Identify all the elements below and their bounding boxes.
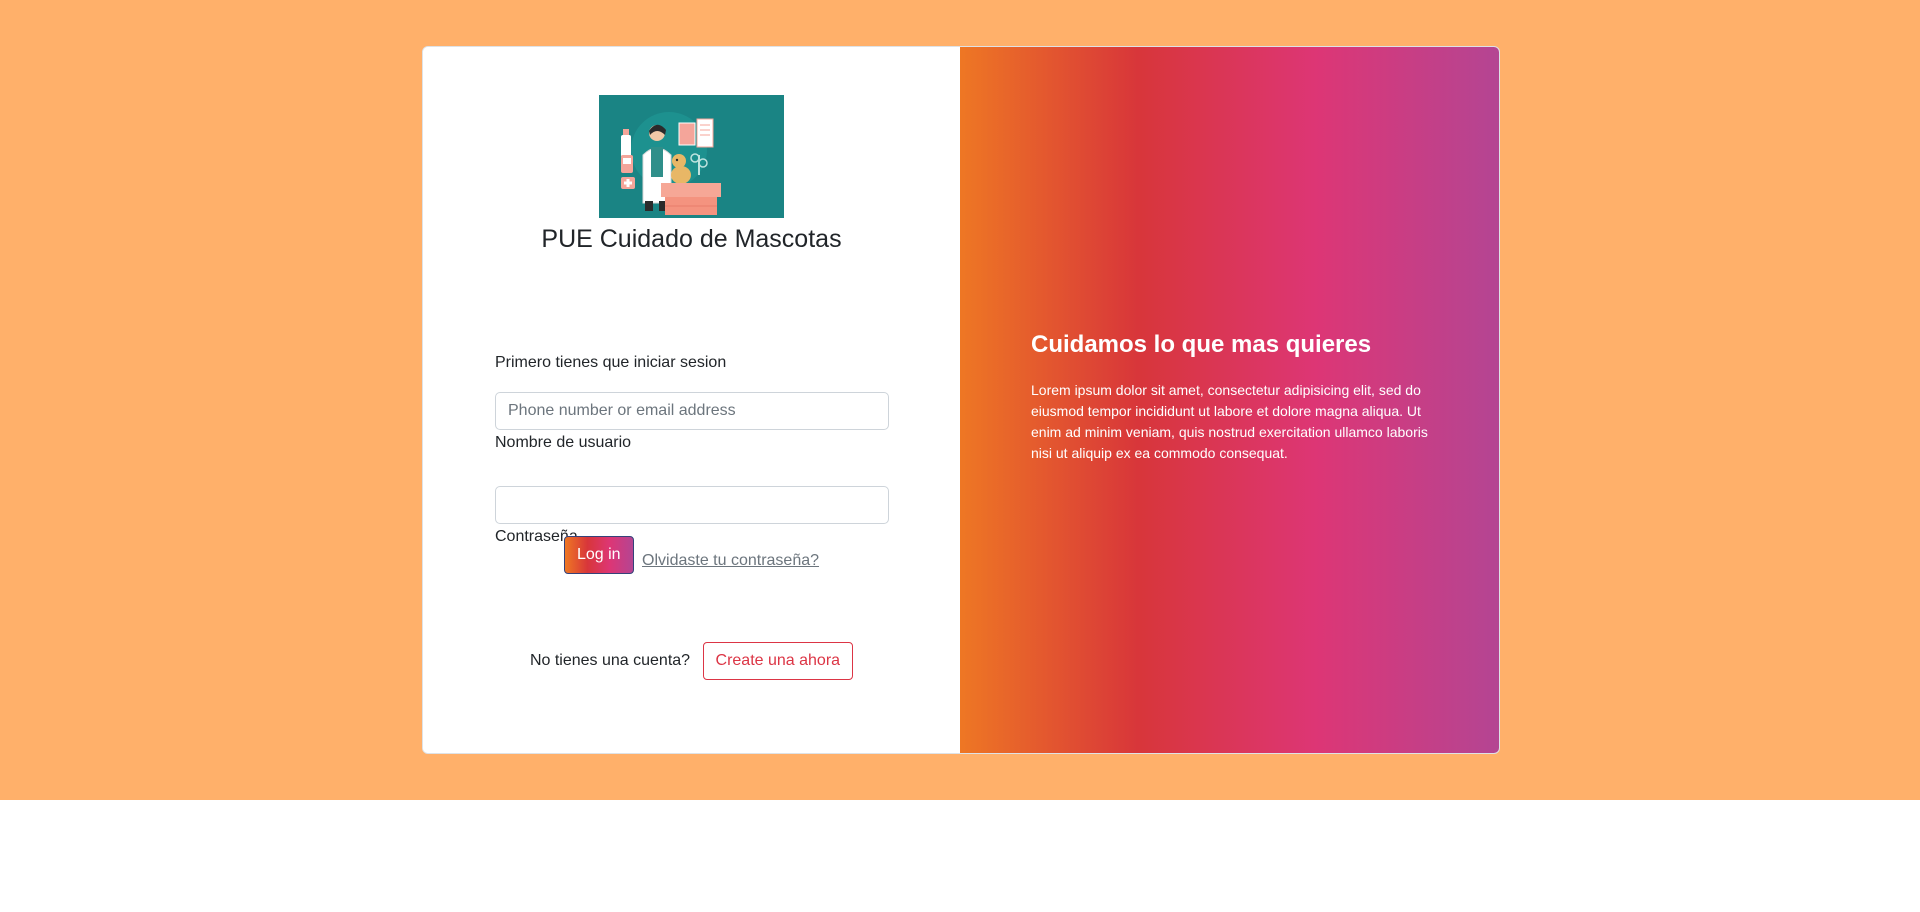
forgot-password-link[interactable]: Olvidaste tu contraseña? xyxy=(642,552,819,569)
login-form-pane: PUE Cuidado de Mascotas Primero tienes q… xyxy=(423,47,960,753)
signup-row: No tienes una cuenta? Create una ahora xyxy=(423,642,960,680)
promo-body: Lorem ipsum dolor sit amet, consectetur … xyxy=(1031,382,1428,461)
username-label: Nombre de usuario xyxy=(495,434,632,451)
password-input[interactable] xyxy=(495,486,889,524)
brand-title: PUE Cuidado de Mascotas xyxy=(541,225,842,253)
promo-heading: Cuidamos lo que mas quieres xyxy=(1031,331,1372,358)
login-actions: Log in Olvidaste tu contraseña? xyxy=(423,536,960,574)
login-button[interactable]: Log in xyxy=(563,536,634,574)
promo-content: Cuidamos lo que mas quieres Lorem ipsum … xyxy=(1031,330,1441,464)
promo-pane: Cuidamos lo que mas quieres Lorem ipsum … xyxy=(960,47,1499,753)
login-card: PUE Cuidado de Mascotas Primero tienes q… xyxy=(422,46,1500,754)
signup-prompt: No tienes una cuenta? xyxy=(529,652,691,669)
username-input[interactable] xyxy=(495,392,889,430)
login-prompt: Primero tienes que iniciar sesion xyxy=(495,354,727,371)
veterinarian-illustration-icon xyxy=(599,95,784,218)
login-form: Primero tienes que iniciar sesion Nombre… xyxy=(495,352,889,548)
create-account-button[interactable]: Create una ahora xyxy=(702,642,854,680)
